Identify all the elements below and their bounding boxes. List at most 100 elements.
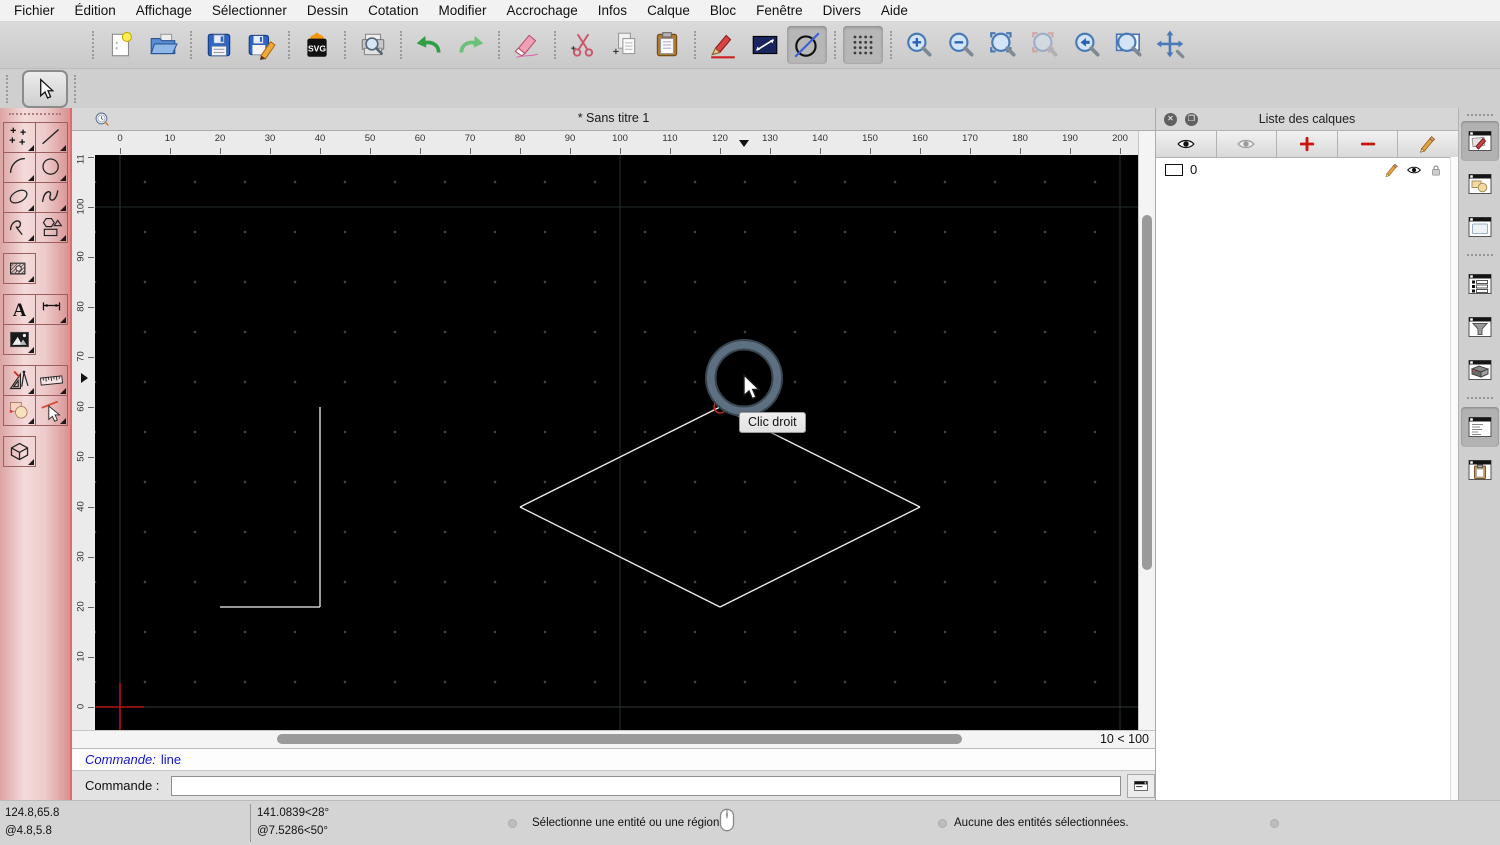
layers-panel-scrollbar[interactable] xyxy=(1450,157,1458,800)
open-file-button[interactable] xyxy=(143,26,183,64)
menu-fichier[interactable]: Fichier xyxy=(4,3,65,18)
hruler-label: 0 xyxy=(117,133,123,144)
tool-ellipse-button[interactable] xyxy=(3,182,36,213)
draft-mode-icon xyxy=(794,32,820,58)
detach-command-window-button[interactable] xyxy=(1127,773,1155,798)
attributes-pen-button[interactable] xyxy=(703,26,743,64)
hruler-cursor-marker xyxy=(739,140,749,152)
tool-order-button[interactable] xyxy=(3,395,36,426)
menu-dessin[interactable]: Dessin xyxy=(297,3,358,18)
hruler-label: 200 xyxy=(1112,133,1128,144)
hruler-label: 120 xyxy=(712,133,728,144)
tool-hatch-button[interactable] xyxy=(3,253,36,284)
print-preview-button[interactable] xyxy=(353,26,393,64)
svg-export-button[interactable]: SVG xyxy=(297,26,337,64)
menu-modifier[interactable]: Modifier xyxy=(428,3,496,18)
zoom-in-button[interactable] xyxy=(899,26,939,64)
copy-button[interactable] xyxy=(605,26,645,64)
redo-button[interactable] xyxy=(451,26,491,64)
filter-dock-toggle-button[interactable] xyxy=(1461,307,1499,347)
menu-infos[interactable]: Infos xyxy=(588,3,637,18)
new-document-icon xyxy=(111,31,132,57)
tool-spline-button[interactable] xyxy=(35,182,68,213)
tool-polyline-button[interactable] xyxy=(3,212,36,243)
vruler-tick xyxy=(88,607,94,608)
tool-deselect-button[interactable] xyxy=(35,395,68,426)
menu-aide[interactable]: Aide xyxy=(871,3,918,18)
zoom-back-button[interactable] xyxy=(1067,26,1107,64)
zoom-window-button[interactable] xyxy=(1109,26,1149,64)
horizontal-scrollbar-thumb[interactable] xyxy=(277,734,962,744)
add-layer-button[interactable] xyxy=(1277,131,1338,157)
line-properties-button[interactable] xyxy=(745,26,785,64)
zoom-auto-button[interactable] xyxy=(983,26,1023,64)
menu-cotation[interactable]: Cotation xyxy=(358,3,428,18)
clipboard-dock-toggle-button[interactable] xyxy=(1461,450,1499,490)
tool-modify-button[interactable] xyxy=(3,365,36,396)
menu-selectionner[interactable]: Sélectionner xyxy=(202,3,297,18)
win-small-icon xyxy=(1134,780,1148,791)
eraser-button[interactable] xyxy=(507,26,547,64)
draft-mode-button[interactable] xyxy=(787,26,827,64)
modify-icon xyxy=(9,370,29,390)
layer-lock-icon[interactable] xyxy=(1428,162,1444,178)
tool-measure-button[interactable] xyxy=(35,365,68,396)
menu-accrochage[interactable]: Accrochage xyxy=(496,3,587,18)
tool-polygon-button[interactable] xyxy=(35,212,68,243)
zoom-out-button[interactable] xyxy=(941,26,981,64)
tool-text-button[interactable]: A xyxy=(3,294,36,325)
undo-button[interactable] xyxy=(409,26,449,64)
pen-dock-toggle-button[interactable] xyxy=(1460,120,1499,161)
drawing-canvas[interactable]: Clic droit xyxy=(95,155,1138,730)
vertical-scrollbar[interactable] xyxy=(1138,131,1155,730)
menu-calque[interactable]: Calque xyxy=(637,3,700,18)
hide-all-layers-button[interactable] xyxy=(1216,131,1278,157)
menu-affichage[interactable]: Affichage xyxy=(126,3,202,18)
wall-dock-toggle-button[interactable] xyxy=(1461,350,1499,390)
command-dock-toggle-button[interactable] xyxy=(1460,406,1499,447)
layer-row[interactable]: 0 xyxy=(1156,158,1458,181)
tool-arc-button[interactable] xyxy=(3,152,36,183)
menu-bloc[interactable]: Bloc xyxy=(700,3,746,18)
vruler-label: 110 xyxy=(75,155,87,165)
zoom-pan-button[interactable] xyxy=(1151,26,1191,64)
layer-color-swatch[interactable] xyxy=(1165,163,1183,176)
menu-fenetre[interactable]: Fenêtre xyxy=(746,3,813,18)
hruler-tick xyxy=(1070,148,1071,154)
hruler-tick xyxy=(270,148,271,154)
grid-button[interactable] xyxy=(843,26,883,64)
tool-image-button[interactable] xyxy=(3,324,36,355)
save-button[interactable] xyxy=(199,26,239,64)
toolbar-separator xyxy=(190,31,192,59)
layer-visible-icon[interactable] xyxy=(1406,162,1422,178)
hruler-tick xyxy=(520,148,521,154)
tool-points-button[interactable] xyxy=(3,122,36,153)
vruler-label: 90 xyxy=(75,251,87,262)
command-input[interactable] xyxy=(171,775,1122,796)
edit-layer-icon[interactable] xyxy=(1384,162,1400,178)
menu-divers[interactable]: Divers xyxy=(813,3,871,18)
paste-button[interactable] xyxy=(647,26,687,64)
select-arrow-button[interactable] xyxy=(22,69,68,108)
cut-button[interactable] xyxy=(563,26,603,64)
remove-layer-button[interactable] xyxy=(1337,131,1399,157)
tool-line-button[interactable] xyxy=(35,122,68,153)
select-arrow-icon xyxy=(40,77,55,99)
blocks-dock-toggle-button[interactable] xyxy=(1461,164,1499,204)
zoom-pan-icon xyxy=(1156,30,1185,59)
menu-edition[interactable]: Édition xyxy=(65,3,126,18)
zoom-previous-button[interactable] xyxy=(1025,26,1065,64)
new-document-button[interactable] xyxy=(101,26,141,64)
tool-dimension-button[interactable] xyxy=(35,294,68,325)
save-as-button[interactable] xyxy=(241,26,281,64)
tool-circle-button[interactable] xyxy=(35,152,68,183)
edit-layer-button[interactable] xyxy=(1398,131,1458,157)
vertical-scrollbar-thumb[interactable] xyxy=(1142,215,1152,570)
layerlist-dock-toggle-button[interactable] xyxy=(1461,264,1499,304)
layers-panel-titlebar: ✕ ❐ Liste des calques xyxy=(1156,108,1458,131)
show-all-layers-button[interactable] xyxy=(1156,131,1217,157)
vruler-tick xyxy=(88,407,94,408)
tool-cube-button[interactable] xyxy=(3,436,36,467)
horizontal-scrollbar[interactable]: 10 < 100 xyxy=(72,730,1155,748)
library-dock-toggle-button[interactable] xyxy=(1461,207,1499,247)
